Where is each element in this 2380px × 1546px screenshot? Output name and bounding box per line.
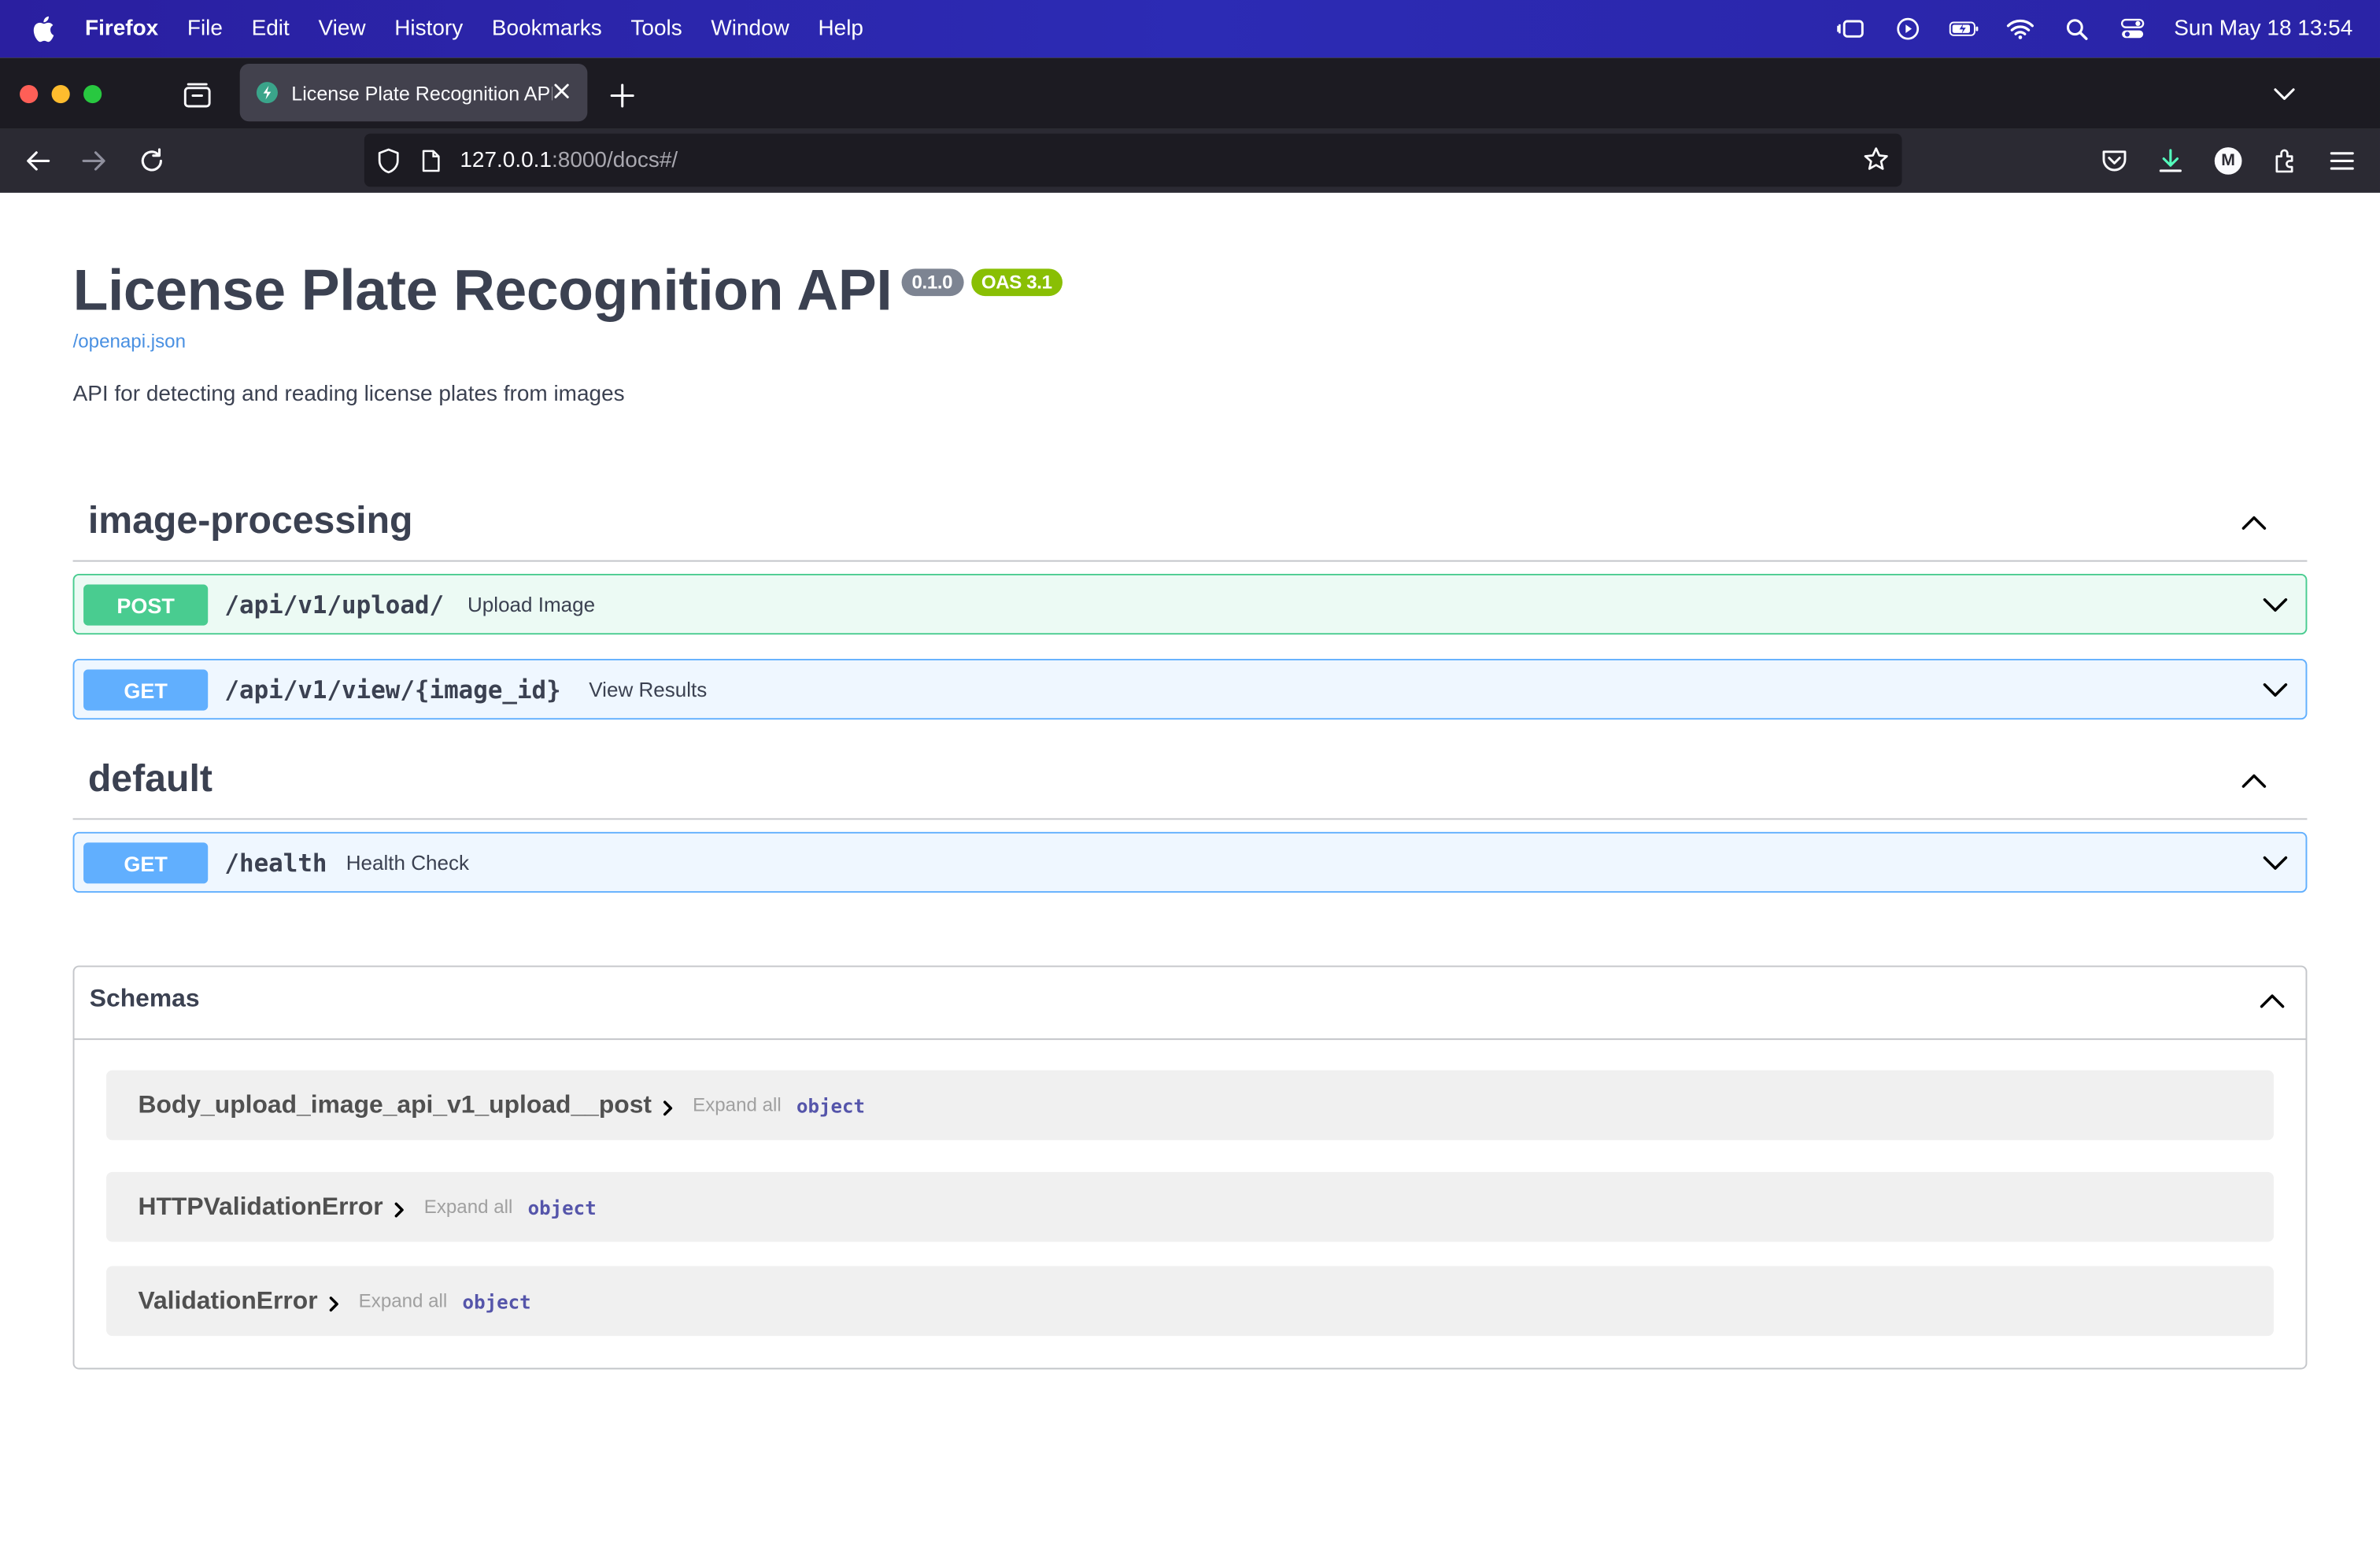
back-arrow-icon[interactable] [23,146,54,176]
operation-get-health[interactable]: GET /health Health Check [72,831,2308,893]
api-title-row: License Plate Recognition API 0.1.0 OAS … [73,260,1063,325]
chevron-down-icon[interactable] [2260,847,2291,878]
page-title: License Plate Recognition API [72,259,893,324]
method-badge-get: GET [83,842,209,884]
schema-model-row[interactable]: HTTPValidationError Expand all object [105,1171,2274,1242]
operation-post-upload[interactable]: POST /api/v1/upload/ Upload Image [72,573,2308,635]
operation-path: /api/v1/upload/ [224,590,445,620]
chevron-down-icon[interactable] [2260,589,2291,620]
tag-section-image-processing[interactable]: image-processing [72,490,2308,562]
account-avatar-letter: M [2214,147,2242,175]
operation-summary: Upload Image [467,594,596,616]
menu-window[interactable]: Window [711,17,789,41]
pocket-icon[interactable] [2099,146,2130,176]
operation-get-view-results[interactable]: GET /api/v1/view/{image_id} View Results [72,658,2308,720]
window-zoom-button[interactable] [83,84,102,104]
chevron-up-icon[interactable] [2257,987,2288,1018]
chevron-up-icon[interactable] [2239,767,2270,797]
oas-badge: OAS 3.1 [970,268,1063,297]
openapi-json-link[interactable]: /openapi.json [73,331,186,352]
schema-model-row[interactable]: ValidationError Expand all object [105,1266,2274,1337]
tag-title: image-processing [87,499,413,542]
spotlight-search-icon[interactable] [2062,17,2093,41]
api-info: License Plate Recognition API 0.1.0 OAS … [73,260,1063,325]
chevron-up-icon[interactable] [2239,509,2270,539]
schema-model-name[interactable]: Body_upload_image_api_v1_upload__post [138,1091,652,1120]
operation-summary: Health Check [346,851,470,875]
schema-model-type: object [796,1093,866,1117]
url-path: :8000/docs#/ [552,148,678,172]
schema-model-type: object [527,1195,597,1219]
menu-history[interactable]: History [394,17,463,41]
schema-model-name[interactable]: HTTPValidationError [138,1193,382,1222]
menu-view[interactable]: View [318,17,365,41]
operation-summary: View Results [589,679,708,701]
schemas-title: Schemas [89,985,200,1013]
schema-model-name[interactable]: ValidationError [138,1286,317,1315]
address-bar[interactable]: 127.0.0.1:8000/docs#/ [364,133,1902,187]
operation-path: /health [224,849,327,878]
battery-icon[interactable] [1949,17,1980,41]
menu-tools[interactable]: Tools [630,17,682,41]
screen: Firefox File Edit View History Bookmarks… [0,0,2380,1546]
window-close-button[interactable] [20,84,39,104]
play-icon[interactable] [1893,17,1924,41]
tab-close-icon[interactable] [551,80,572,102]
reload-icon[interactable] [137,146,168,176]
api-description: API for detecting and reading license pl… [72,382,625,407]
new-tab-plus-icon[interactable] [607,80,638,111]
operation-path: /api/v1/view/{image_id} [224,675,561,705]
page-info-icon[interactable] [420,148,442,172]
expand-all-button[interactable]: Expand all [424,1196,513,1218]
expand-all-button[interactable]: Expand all [359,1290,448,1311]
tracking-protection-shield-icon[interactable] [376,146,401,174]
tag-title: default [87,757,213,801]
version-badge: 0.1.0 [900,268,963,297]
menu-help[interactable]: Help [818,17,863,41]
method-badge-get: GET [83,669,209,711]
schema-model-type: object [462,1289,531,1313]
list-all-tabs-chevron-icon[interactable] [2271,82,2298,106]
expand-all-button[interactable]: Expand all [693,1094,782,1115]
control-center-icon[interactable] [2118,17,2149,41]
wifi-icon[interactable] [2005,17,2036,41]
method-badge-post: POST [83,584,209,626]
chevron-right-icon[interactable] [390,1200,408,1219]
menu-edit[interactable]: Edit [252,17,290,41]
forward-arrow-icon[interactable] [79,146,109,176]
menubar-clock[interactable]: Sun May 18 13:54 [2174,17,2352,41]
firefox-view-icon[interactable] [180,79,213,112]
apple-logo-icon[interactable] [31,15,55,43]
tab-active[interactable]: License Plate Recognition API - [239,63,588,122]
schema-model-row[interactable]: Body_upload_image_api_v1_upload__post Ex… [105,1070,2274,1141]
swagger-ui-page: License Plate Recognition API 0.1.0 OAS … [0,192,2380,1546]
stage-manager-icon[interactable] [1837,17,1868,41]
chevron-right-icon[interactable] [660,1099,678,1117]
fastapi-favicon-icon [256,82,278,104]
menu-app-firefox[interactable]: Firefox [85,17,158,41]
status-area: Sun May 18 13:54 [1811,0,2352,57]
schemas-section: Schemas Body_upload_image_api_v1_upload_… [72,965,2308,1370]
tag-section-default[interactable]: default [72,749,2308,820]
bookmark-star-icon[interactable] [1862,146,1890,173]
macos-menu-bar: Firefox File Edit View History Bookmarks… [0,0,2380,58]
url-text[interactable]: 127.0.0.1:8000/docs#/ [460,148,678,172]
extensions-puzzle-icon[interactable] [2271,146,2301,176]
window-minimize-button[interactable] [51,84,70,104]
downloads-icon[interactable] [2156,146,2186,176]
tab-title: License Plate Recognition API - [291,81,552,105]
chevron-right-icon[interactable] [325,1295,343,1313]
hamburger-menu-icon[interactable] [2326,146,2357,176]
account-avatar[interactable]: M [2213,146,2244,176]
menu-bookmarks[interactable]: Bookmarks [492,17,602,41]
chevron-down-icon[interactable] [2260,674,2291,705]
schemas-header[interactable]: Schemas [74,967,2306,1041]
menu-file[interactable]: File [187,17,223,41]
url-host: 127.0.0.1 [460,148,552,172]
